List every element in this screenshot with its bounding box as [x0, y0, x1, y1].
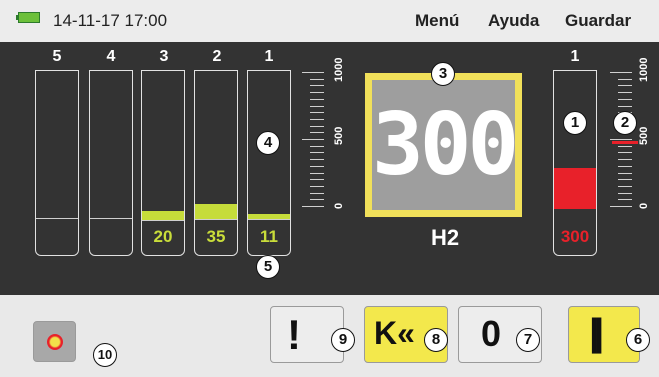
- scale-tick: [618, 145, 632, 147]
- callout: 7: [516, 328, 540, 352]
- scale-tick: [618, 159, 632, 161]
- help-button[interactable]: Ayuda: [488, 11, 539, 31]
- scale-tick: [310, 78, 324, 80]
- scale-tick: [310, 172, 324, 174]
- callout: 8: [424, 328, 448, 352]
- channel-number: 1: [570, 48, 580, 65]
- scale-tick: [618, 92, 632, 94]
- channel-value: 300: [560, 227, 590, 246]
- scale-tick: [618, 78, 632, 80]
- scale-label: 500: [333, 126, 345, 145]
- scale-tick: [310, 159, 324, 161]
- callout: 10: [93, 343, 117, 367]
- menu-button[interactable]: Menú: [415, 11, 459, 31]
- callout: 3: [431, 62, 455, 86]
- scale-tick: [310, 98, 324, 100]
- channel-number: 3: [159, 48, 169, 65]
- scale-label: 1000: [333, 57, 345, 82]
- channel-number: 1: [264, 48, 274, 65]
- channel-tube-2[interactable]: 35: [194, 70, 238, 256]
- scale-tick: [618, 85, 632, 87]
- scale-tick: [310, 179, 324, 181]
- callout: 4: [256, 131, 280, 155]
- scale-tick: [618, 152, 632, 154]
- scale-left: [302, 72, 330, 212]
- scale-tick: [310, 165, 324, 167]
- scale-tick: [310, 132, 324, 134]
- exclamation-icon: !: [287, 311, 301, 358]
- alarm-threshold-marker: [612, 141, 638, 144]
- scale-tick: [618, 185, 632, 187]
- channel-value: 11: [260, 227, 278, 246]
- main-display: 300: [365, 73, 522, 217]
- record-button[interactable]: [33, 321, 76, 362]
- scale-tick: [302, 72, 324, 73]
- datetime: 14-11-17 17:00: [53, 11, 168, 30]
- baseline: [248, 219, 290, 220]
- display-value: 300: [372, 80, 519, 210]
- scale-tick: [302, 206, 324, 207]
- scale-tick: [610, 206, 632, 207]
- callout: 1: [563, 111, 587, 135]
- scale-tick: [310, 199, 324, 201]
- scale-tick: [302, 139, 324, 140]
- channel-value: 35: [206, 227, 226, 246]
- callout: 2: [613, 111, 637, 135]
- top-bar: 14-11-17 17:00 Menú Ayuda Guardar: [0, 0, 659, 42]
- scale-tick: [310, 112, 324, 114]
- channel-number: 4: [106, 48, 116, 65]
- scale-tick: [310, 125, 324, 127]
- callout: 6: [626, 328, 650, 352]
- channel-number: 2: [212, 48, 222, 65]
- back-arrows-icon: K«: [374, 315, 415, 351]
- scale-tick: [310, 192, 324, 194]
- scale-tick: [618, 165, 632, 167]
- channel-tube-4[interactable]: [89, 70, 133, 256]
- channel-tube-3[interactable]: 20: [141, 70, 185, 256]
- callout: 9: [331, 328, 355, 352]
- scale-tick: [618, 199, 632, 201]
- scale-tick: [618, 105, 632, 107]
- scale-tick: [618, 192, 632, 194]
- zero-label: 0: [481, 313, 502, 354]
- scale-tick: [310, 185, 324, 187]
- scale-tick: [310, 85, 324, 87]
- channel-tube-5[interactable]: [35, 70, 79, 256]
- channel-tube-1[interactable]: 11: [247, 70, 291, 256]
- scale-tick: [310, 118, 324, 120]
- scale-tick: [310, 152, 324, 154]
- callout: 5: [256, 255, 280, 279]
- battery-icon: [16, 12, 40, 23]
- scale-tick: [310, 92, 324, 94]
- save-button[interactable]: Guardar: [565, 11, 631, 31]
- scale-tick: [618, 172, 632, 174]
- scale-tick: [310, 105, 324, 107]
- scale-tick: [618, 98, 632, 100]
- scale-tick: [610, 139, 632, 140]
- scale-label: 1000: [638, 57, 650, 82]
- scale-tick: [618, 179, 632, 181]
- baseline: [36, 218, 78, 219]
- channel-value: 20: [153, 227, 173, 246]
- scale-label: 0: [333, 202, 345, 209]
- baseline: [195, 219, 237, 220]
- channel-number: 5: [52, 48, 62, 65]
- level-fill: [195, 204, 237, 219]
- pause-icon: ||: [589, 312, 604, 354]
- scale-label: 500: [638, 126, 650, 145]
- scale-label: 0: [638, 202, 650, 209]
- record-icon: [47, 334, 63, 350]
- baseline: [90, 218, 132, 219]
- level-fill: [142, 211, 184, 220]
- baseline: [142, 220, 184, 221]
- detail-channel-tube[interactable]: 300: [553, 70, 597, 256]
- scale-tick: [610, 72, 632, 73]
- scale-tick: [310, 145, 324, 147]
- gas-label: H2: [430, 225, 460, 250]
- level-fill: [554, 168, 596, 209]
